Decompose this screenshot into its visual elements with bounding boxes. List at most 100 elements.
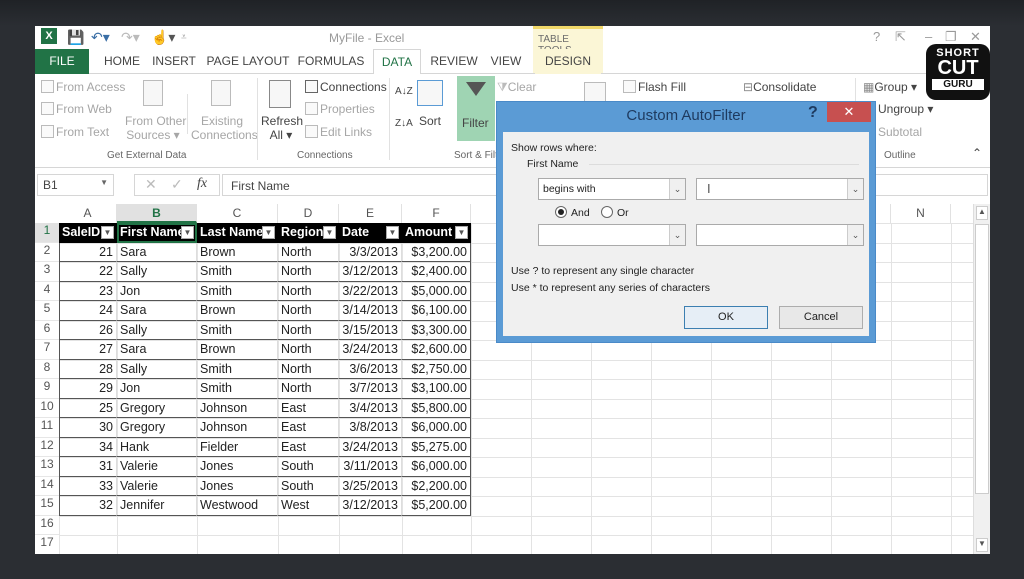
table-cell[interactable]: Smith	[197, 262, 278, 282]
column-header-d[interactable]: D	[278, 204, 339, 223]
column-header-n[interactable]: N	[891, 204, 951, 223]
refresh-all-button[interactable]: Refresh All ▾	[261, 114, 303, 142]
row-header[interactable]: 8	[35, 360, 59, 379]
properties-button[interactable]: Properties	[305, 102, 375, 116]
tab-view[interactable]: VIEW	[485, 49, 527, 74]
table-cell[interactable]: Sally	[117, 320, 197, 340]
table-header-cell[interactable]: Amount ▼	[402, 223, 471, 243]
table-cell[interactable]: Brown	[197, 301, 278, 321]
table-cell[interactable]: $5,200.00	[402, 496, 471, 516]
row-header[interactable]: 9	[35, 379, 59, 399]
row-header[interactable]: 7	[35, 340, 59, 360]
table-cell[interactable]: Fielder	[197, 437, 278, 457]
table-cell[interactable]: West	[278, 496, 339, 516]
table-cell[interactable]: 27	[59, 340, 117, 360]
table-cell[interactable]: North	[278, 340, 339, 360]
table-cell[interactable]: Westwood	[197, 496, 278, 516]
row-header[interactable]: 11	[35, 418, 59, 438]
table-cell[interactable]: North	[278, 320, 339, 340]
condition2-operator-select[interactable]: ⌄	[538, 224, 686, 246]
table-cell[interactable]: North	[278, 262, 339, 282]
table-cell[interactable]: 3/24/2013	[339, 437, 402, 457]
edit-links-button[interactable]: Edit Links	[305, 125, 372, 139]
table-cell[interactable]: Johnson	[197, 418, 278, 438]
from-access-button[interactable]: From Access	[41, 80, 125, 94]
table-cell[interactable]: Valerie	[117, 476, 197, 496]
or-label[interactable]: Or	[617, 207, 629, 219]
tab-file[interactable]: FILE	[35, 49, 89, 74]
table-cell[interactable]: $2,750.00	[402, 359, 471, 379]
table-cell[interactable]: 28	[59, 359, 117, 379]
table-cell[interactable]: Brown	[197, 242, 278, 262]
table-header-cell[interactable]: Date ▼	[339, 223, 402, 243]
row-header[interactable]: 1	[35, 223, 59, 243]
vertical-scrollbar[interactable]: ▲ ▼	[973, 204, 990, 554]
and-radio[interactable]	[555, 206, 567, 218]
table-cell[interactable]: 33	[59, 476, 117, 496]
row-header[interactable]: 17	[35, 535, 59, 554]
tab-home[interactable]: HOME	[95, 49, 149, 74]
tab-insert[interactable]: INSERT	[149, 49, 199, 74]
table-cell[interactable]: Smith	[197, 281, 278, 301]
table-cell[interactable]: Gregory	[117, 418, 197, 438]
clear-button[interactable]: ⧩Clear	[497, 80, 536, 95]
tab-review[interactable]: REVIEW	[427, 49, 481, 74]
table-cell[interactable]: 22	[59, 262, 117, 282]
table-cell[interactable]: 3/3/2013	[339, 242, 402, 262]
table-cell[interactable]: Hank	[117, 437, 197, 457]
tab-design[interactable]: DESIGN	[535, 49, 601, 74]
table-cell[interactable]: North	[278, 281, 339, 301]
column-header-f[interactable]: F	[402, 204, 471, 223]
table-cell[interactable]: $6,000.00	[402, 457, 471, 477]
cancel-button[interactable]: Cancel	[779, 306, 863, 329]
table-cell[interactable]: Sally	[117, 262, 197, 282]
subtotal-button[interactable]: Subtotal	[878, 125, 922, 139]
condition2-value-input[interactable]: ⌄	[696, 224, 864, 246]
column-header-c[interactable]: C	[197, 204, 278, 223]
table-cell[interactable]: Sara	[117, 340, 197, 360]
table-cell[interactable]: Jon	[117, 379, 197, 399]
table-cell[interactable]: Sara	[117, 242, 197, 262]
table-cell[interactable]: Smith	[197, 320, 278, 340]
table-cell[interactable]: East	[278, 418, 339, 438]
undo-icon[interactable]: ↶▾	[91, 29, 110, 46]
name-box[interactable]: B1 ▼	[37, 174, 114, 196]
insert-function-icon[interactable]: fx	[197, 176, 207, 192]
ok-button[interactable]: OK	[684, 306, 768, 329]
sort-z-a-button[interactable]: Z↓A	[395, 118, 413, 129]
customize-icon[interactable]: ⩡	[181, 32, 187, 43]
table-header-cell[interactable]: Region ▼	[278, 223, 339, 243]
table-cell[interactable]: 3/15/2013	[339, 320, 402, 340]
scroll-down-icon[interactable]: ▼	[976, 538, 988, 552]
column-header-b[interactable]: B	[117, 204, 197, 223]
table-cell[interactable]: North	[278, 301, 339, 321]
cancel-icon[interactable]: ✕	[145, 176, 157, 193]
table-cell[interactable]: Johnson	[197, 398, 278, 418]
save-icon[interactable]: 💾	[67, 29, 84, 46]
table-cell[interactable]: $5,000.00	[402, 281, 471, 301]
from-web-button[interactable]: From Web	[41, 102, 112, 116]
table-cell[interactable]: Jones	[197, 457, 278, 477]
and-label[interactable]: And	[571, 207, 590, 219]
table-cell[interactable]: Jennifer	[117, 496, 197, 516]
sort-a-z-button[interactable]: A↓Z	[395, 86, 413, 97]
table-cell[interactable]: North	[278, 379, 339, 399]
condition1-value-input[interactable]: I ⌄	[696, 178, 864, 200]
table-cell[interactable]: 3/22/2013	[339, 281, 402, 301]
column-header-e[interactable]: E	[339, 204, 402, 223]
table-cell[interactable]: 3/4/2013	[339, 398, 402, 418]
table-cell[interactable]: $3,300.00	[402, 320, 471, 340]
table-cell[interactable]: Gregory	[117, 398, 197, 418]
tab-page-layout[interactable]: PAGE LAYOUT	[205, 49, 291, 74]
table-cell[interactable]: 3/6/2013	[339, 359, 402, 379]
connections-button[interactable]: Connections	[305, 80, 387, 94]
row-header[interactable]: 13	[35, 457, 59, 477]
help-icon[interactable]: ?	[873, 29, 880, 44]
from-other-sources-button[interactable]: From Other Sources ▾	[125, 114, 186, 142]
table-cell[interactable]: Smith	[197, 379, 278, 399]
or-radio[interactable]	[601, 206, 613, 218]
table-cell[interactable]: 26	[59, 320, 117, 340]
row-header[interactable]: 2	[35, 243, 59, 262]
dialog-close-button[interactable]: ✕	[827, 102, 871, 122]
close-icon[interactable]: ✕	[970, 29, 981, 45]
